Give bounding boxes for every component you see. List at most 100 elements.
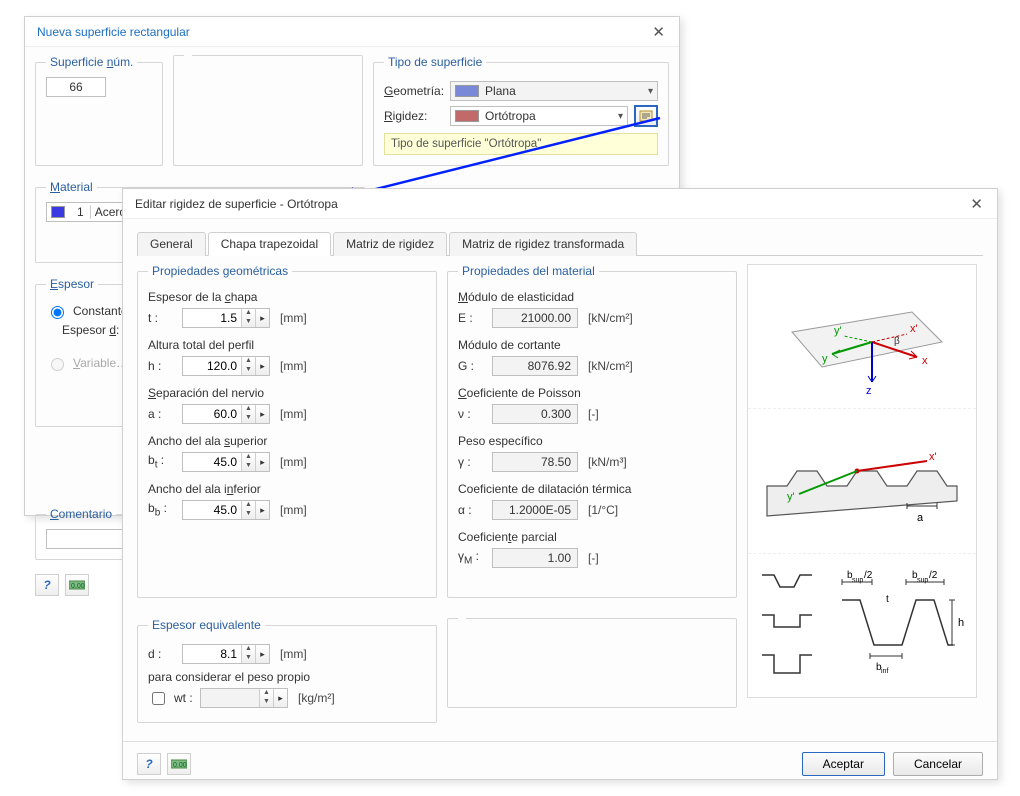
svg-text:β: β [894,336,900,347]
lbl-a-full: Separación del nervio [148,386,264,400]
legend-prop-mat: Propiedades del material [458,264,599,278]
cancel-button[interactable]: Cancelar [893,752,983,776]
sym-gM: γM : [458,549,486,566]
sym-nu: ν : [458,407,486,421]
sym-a: a : [148,407,176,421]
lbl-E: Módulo de elasticidad [458,290,574,304]
svg-text:0.00: 0.00 [173,762,187,769]
units-button[interactable]: 0.00 [65,574,89,596]
value-E: 21000.00 [492,308,578,328]
tab-general[interactable]: General [137,232,206,256]
tab-chapa-trapezoidal[interactable]: Chapa trapezoidal [208,232,331,256]
value-G: 8076.92 [492,356,578,376]
checkbox-wt[interactable] [152,692,165,705]
tabstrip: General Chapa trapezoidal Matriz de rigi… [137,231,983,256]
dlg2-body: General Chapa trapezoidal Matriz de rigi… [123,219,997,741]
svg-text:a: a [917,512,924,524]
group-prop-geom: Propiedades geométricas Espesor de la ch… [137,264,437,598]
value-alpha: 1.2000E-05 [492,500,578,520]
note-eq: para considerar el peso propio [148,670,310,684]
close-icon[interactable]: ✕ [646,23,671,41]
sym-G: G : [458,359,486,373]
svg-text:h: h [958,617,964,629]
illus-corrugated: x' y' a [748,409,976,553]
input-d[interactable]: ▲▼▸ [182,644,270,664]
tab-matriz-rigidez-transformada[interactable]: Matriz de rigidez transformada [449,232,637,256]
sym-E: E : [458,311,486,325]
illus-sections: bsup/2 bsup/2 t h binf [748,554,976,697]
sym-gamma: γ : [458,455,486,469]
svg-text:/2: /2 [929,570,938,581]
units-button[interactable]: 0.00 [167,753,191,775]
lbl-bt-full: Ancho del ala superior [148,434,267,448]
select-rigidez[interactable]: Ortótropa ▾ [450,106,628,126]
input-bt[interactable]: ▲▼▸ [182,452,270,472]
value-gM: 1.00 [492,548,578,568]
dlg2-titlebar: Editar rigidez de superficie - Ortótropa… [123,189,997,219]
lbl-alpha: Coeficiente de dilatación térmica [458,482,631,496]
legend-espesor-equiv: Espesor equivalente [148,618,265,632]
label-rigidez: Rigidez: [384,109,444,123]
svg-text:x': x' [929,451,937,463]
surface-type-tooltip: Tipo de superficie "Ortótropa" [384,133,658,155]
input-bb[interactable]: ▲▼▸ [182,500,270,520]
legend-material: Material [46,180,97,194]
chevron-down-icon: ▾ [612,111,623,122]
legend-tipo: Tipo de superficie [384,55,486,69]
legend-prop-geom: Propiedades geométricas [148,264,292,278]
svg-text:y': y' [834,325,842,337]
radio-constante[interactable] [51,306,64,319]
sym-h: h : [148,359,176,373]
edit-stiffness-button[interactable] [634,105,658,127]
group-empty [173,55,363,166]
ok-button[interactable]: Aceptar [802,752,885,776]
lbl-h-full: Altura total del perfil [148,338,254,352]
illustration-panel: x y z x' y' β [747,264,977,698]
svg-text:0.00: 0.00 [71,583,85,590]
label-geometria: Geometría: [384,84,444,98]
svg-text:x': x' [910,323,918,335]
input-t[interactable]: ▲▼▸ [182,308,270,328]
svg-text:y: y [822,353,828,365]
help-button[interactable]: ? [35,574,59,596]
sym-bb: bb : [148,501,176,518]
lbl-gM: Coeficiente parcial [458,530,557,544]
help-button[interactable]: ? [137,753,161,775]
radio-variable [51,358,64,371]
sym-alpha: α : [458,503,486,517]
dlg2-footer: ? 0.00 Aceptar Cancelar [123,741,997,786]
legend-surface-number: Superficie núm. [46,55,137,69]
chevron-down-icon: ▾ [642,86,653,97]
value-gamma: 78.50 [492,452,578,472]
dialog-edit-stiffness: Editar rigidez de superficie - Ortótropa… [122,188,998,780]
svg-text:/2: /2 [864,570,873,581]
lbl-gamma: Peso específico [458,434,543,448]
dlg1-titlebar: Nueva superficie rectangular ✕ [25,17,679,47]
group-surface-number: Superficie núm. [35,55,163,166]
group-prop-mat: Propiedades del material Módulo de elast… [447,264,737,598]
select-geometria[interactable]: Plana ▾ [450,81,658,101]
svg-text:sup: sup [917,577,928,584]
input-h[interactable]: ▲▼▸ [182,356,270,376]
tab-matriz-rigidez[interactable]: Matriz de rigidez [333,232,447,256]
sym-bt: bt : [148,453,176,470]
svg-text:sup: sup [852,577,863,584]
sym-t: t : [148,311,176,325]
legend-espesor: Espesor [46,277,98,291]
sym-wt: wt : [174,691,194,705]
lbl-bb-full: Ancho del ala inferior [148,482,261,496]
group-espesor-equiv: Espesor equivalente d : ▲▼▸ [mm] para co… [137,618,437,723]
dlg1-title: Nueva superficie rectangular [37,25,190,39]
sym-d: d : [148,647,176,661]
value-nu: 0.300 [492,404,578,424]
input-wt[interactable]: ▲▼▸ [200,688,288,708]
swatch-material [51,206,65,218]
close-icon[interactable]: ✕ [964,195,989,213]
lbl-t-full: Espesor de la chapa [148,290,257,304]
svg-text:t: t [886,594,889,605]
svg-text:inf: inf [881,668,888,675]
dlg2-title: Editar rigidez de superficie - Ortótropa [135,197,338,211]
input-surface-number[interactable] [46,77,106,97]
input-a[interactable]: ▲▼▸ [182,404,270,424]
group-empty-right [447,618,737,708]
